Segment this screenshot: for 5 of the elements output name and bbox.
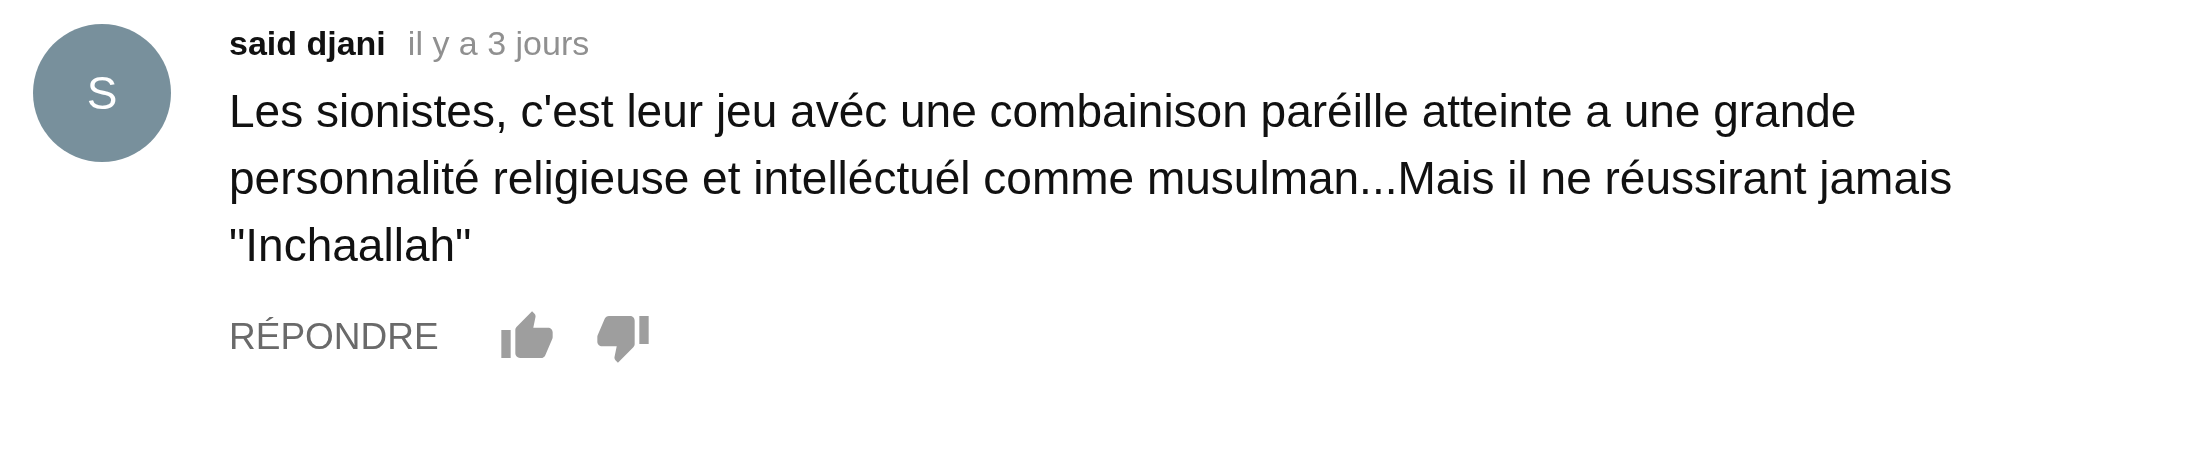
avatar[interactable]: S [33, 24, 171, 162]
comment-time[interactable]: il y a 3 jours [407, 24, 590, 63]
author-name[interactable]: said djani [229, 24, 386, 63]
reply-button[interactable]: RÉPONDRE [229, 316, 439, 358]
comment-text: Les sionistes, c'est leur jeu avéc une combainison paréille atteinte a une grande personnalité religieuse et intelléctuél comme musulman...Mais il ne réussirant jamais "Inchaallah" [229, 84, 1954, 273]
